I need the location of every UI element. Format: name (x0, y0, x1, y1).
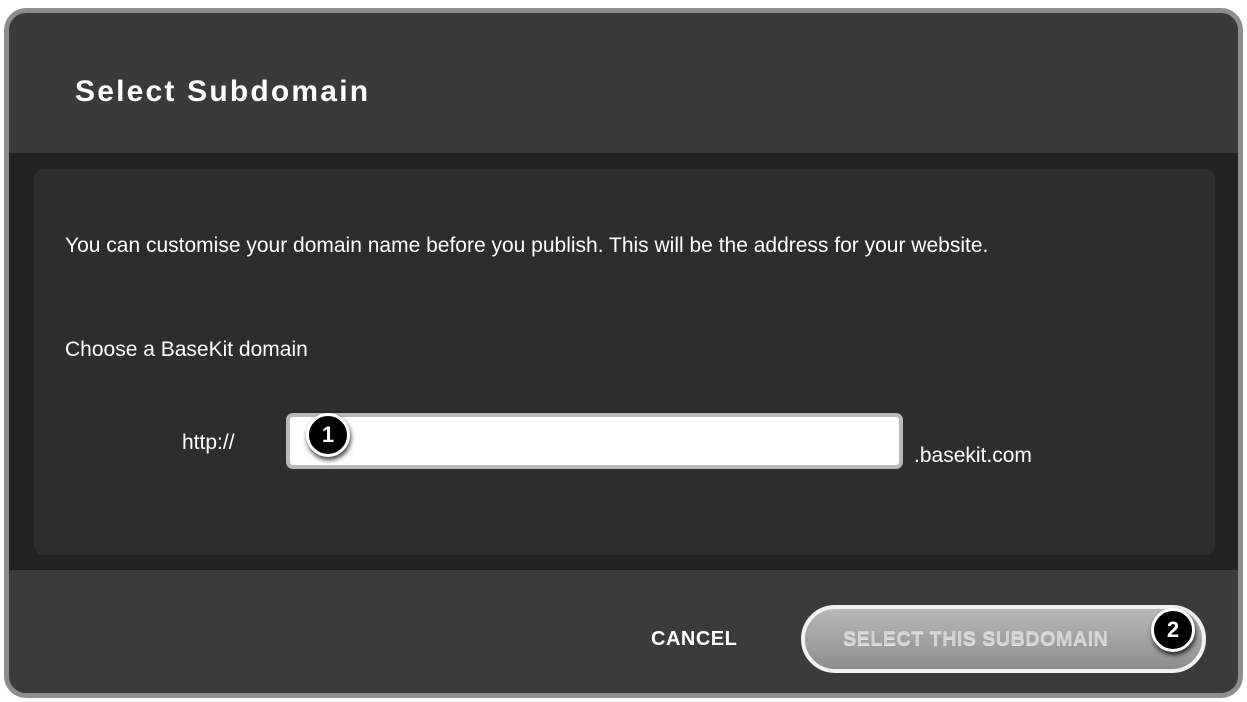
dialog-body: You can customise your domain name befor… (9, 153, 1238, 570)
step-marker-1: 1 (306, 413, 350, 457)
step-marker-2: 2 (1151, 608, 1195, 652)
subdomain-input[interactable] (286, 413, 903, 469)
select-subdomain-dialog: Select Subdomain You can customise your … (4, 8, 1243, 698)
choose-domain-label: Choose a BaseKit domain (65, 338, 308, 361)
dialog-header: Select Subdomain (9, 13, 1238, 153)
domain-suffix-label: .basekit.com (914, 444, 1032, 467)
select-subdomain-button[interactable]: SELECT THIS SUBDOMAIN (801, 605, 1206, 673)
cancel-button[interactable]: CANCEL (651, 628, 737, 651)
dialog-footer: CANCEL SELECT THIS SUBDOMAIN (9, 570, 1238, 693)
intro-text: You can customise your domain name befor… (65, 234, 989, 257)
content-panel: You can customise your domain name befor… (34, 169, 1215, 555)
protocol-prefix-label: http:// (182, 431, 235, 454)
dialog-title: Select Subdomain (75, 75, 371, 108)
